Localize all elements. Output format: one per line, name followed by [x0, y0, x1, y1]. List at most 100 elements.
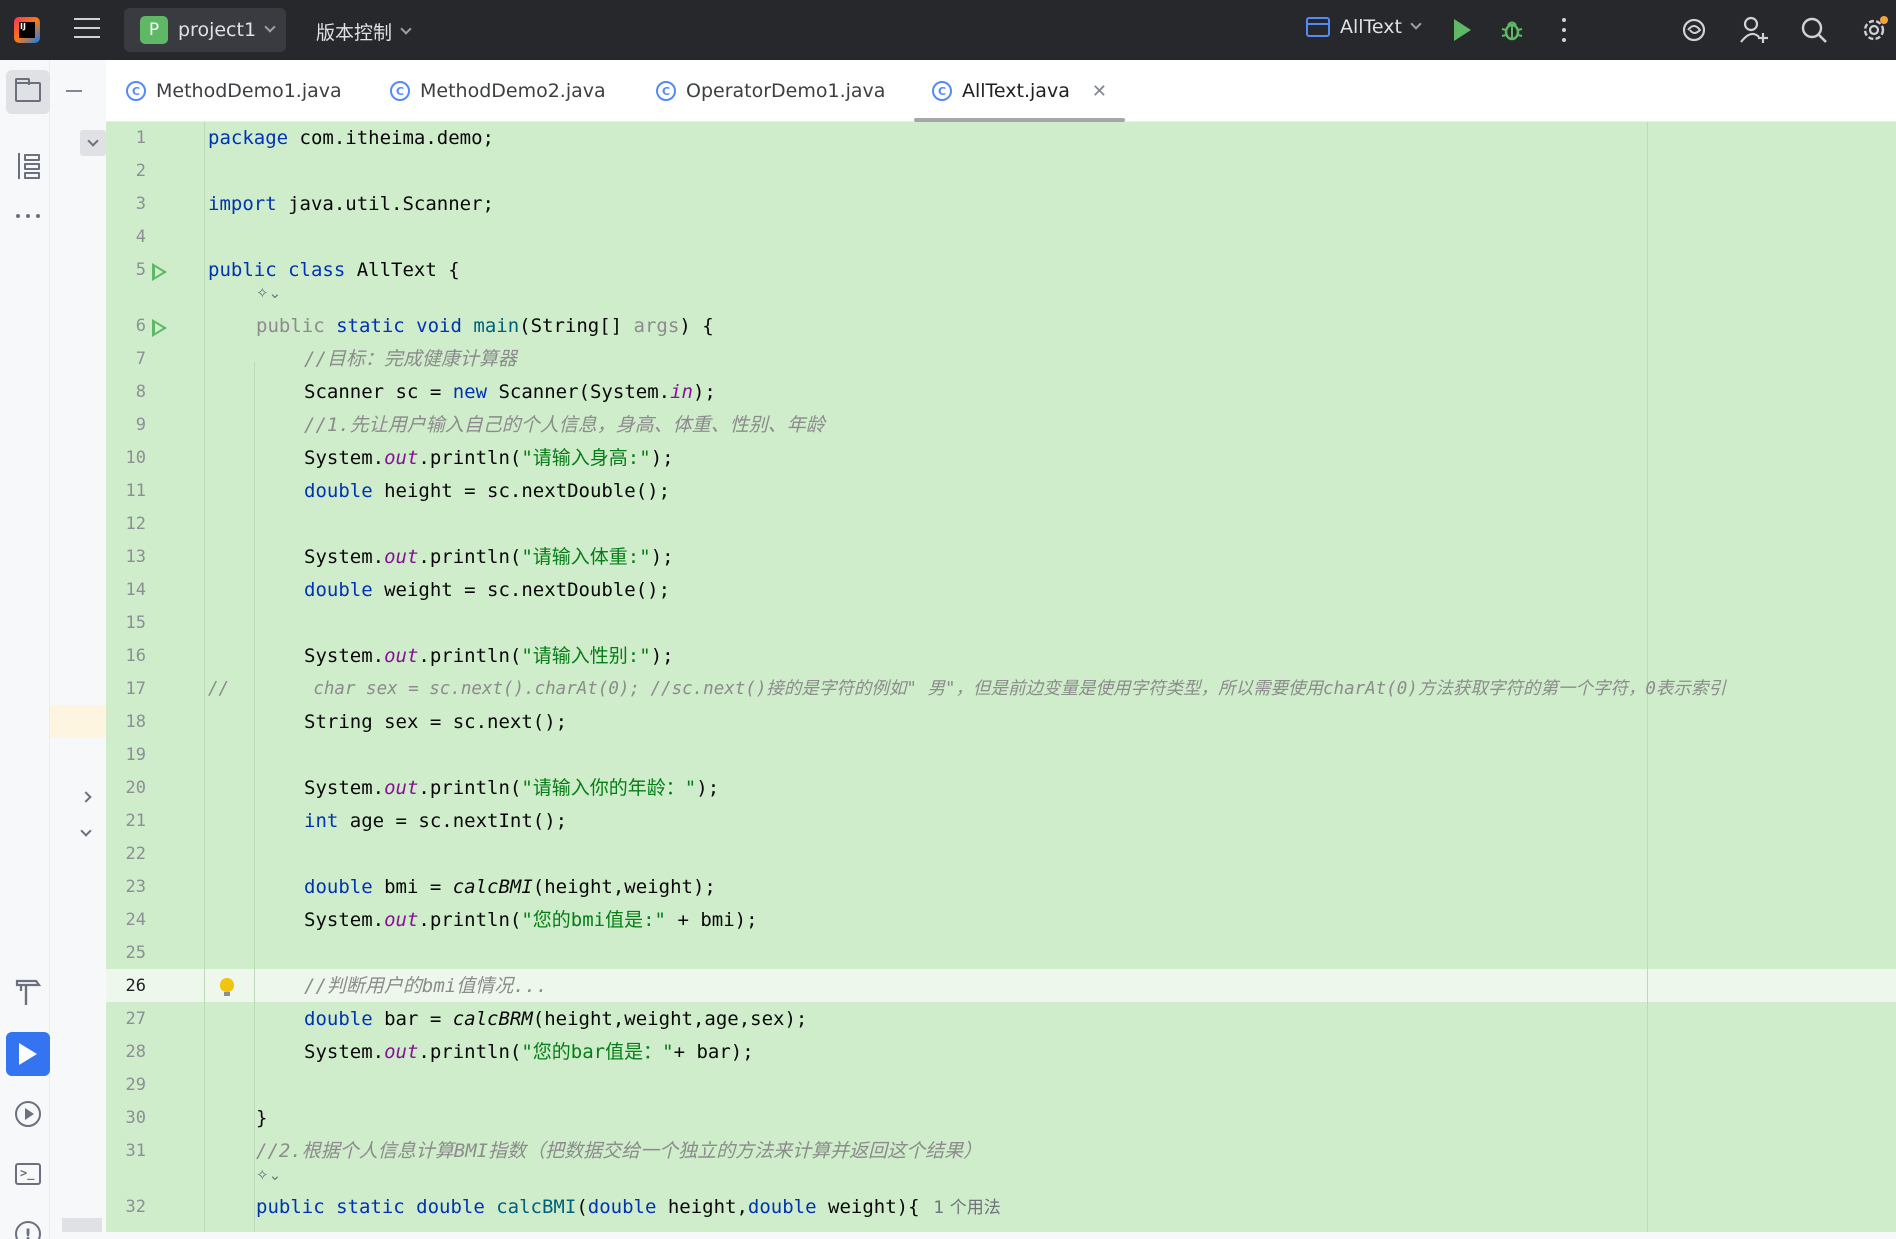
minimize-icon[interactable]: [66, 90, 82, 92]
line-number: 2: [135, 161, 146, 181]
ai-inlay-icon[interactable]: ✧⌄: [256, 282, 281, 304]
class-icon: C: [656, 81, 676, 101]
debug-button[interactable]: [1496, 14, 1528, 46]
line-number: 12: [125, 514, 146, 534]
line-number-current: 26: [125, 976, 146, 996]
line-number: 7: [135, 349, 146, 369]
project-panel-collapsed: [50, 60, 106, 1239]
project-tool-button[interactable]: [6, 70, 50, 114]
close-icon[interactable]: ✕: [1092, 81, 1107, 102]
code-line-26: //判断用户的bmi值情况...: [304, 975, 548, 997]
vcs-menu[interactable]: 版本控制: [316, 18, 412, 45]
project-badge: P: [140, 16, 168, 44]
ai-assistant-button[interactable]: [1678, 14, 1710, 46]
expand-chevron-icon[interactable]: [80, 786, 92, 805]
structure-tool-button[interactable]: [6, 144, 50, 188]
run-gutter-icon[interactable]: [150, 318, 170, 338]
search-button[interactable]: [1798, 14, 1830, 46]
build-tool-button[interactable]: [6, 970, 50, 1014]
collapse-button[interactable]: [80, 130, 106, 156]
line-number: 11: [125, 481, 146, 501]
tab-methoddemo2[interactable]: C MethodDemo2.java: [390, 60, 606, 122]
project-selector[interactable]: P project1: [124, 8, 286, 52]
line-number: 27: [125, 1009, 146, 1029]
line-number: 15: [125, 613, 146, 633]
class-icon: C: [126, 81, 146, 101]
run-tool-button[interactable]: [6, 1032, 50, 1076]
services-icon: [15, 1101, 41, 1127]
code-line-20: System.out.println("请输入你的年龄：");: [304, 777, 720, 799]
code-line-10: System.out.println("请输入身高:");: [304, 447, 674, 469]
line-number: 8: [135, 382, 146, 402]
code-line-27: double bar = calcBRM(height,weight,age,s…: [304, 1008, 808, 1030]
add-user-button[interactable]: [1738, 14, 1770, 46]
more-icon[interactable]: [6, 194, 50, 238]
line-number: 21: [125, 811, 146, 831]
ai-inlay-icon[interactable]: ✧⌄: [256, 1164, 281, 1186]
code-line-31: //2.根据个人信息计算BMI指数（把数据交给一个独立的方法来计算并返回这个结果…: [256, 1140, 983, 1162]
line-number: 3: [135, 194, 146, 214]
class-icon: C: [390, 81, 410, 101]
line-number: 18: [125, 712, 146, 732]
code-line-17: // char sex = sc.next().charAt(0); //sc.…: [208, 679, 1726, 699]
line-number: 13: [125, 547, 146, 567]
structure-icon: [16, 153, 40, 179]
code-line-28: System.out.println("您的bar值是："+ bar);: [304, 1041, 754, 1063]
run-config-selector[interactable]: AllText: [1306, 16, 1422, 38]
vcs-label: 版本控制: [316, 22, 393, 44]
run-icon: [19, 1043, 37, 1065]
line-number: 20: [125, 778, 146, 798]
tab-alltext[interactable]: C AllText.java ✕: [914, 60, 1125, 122]
problems-tool-button[interactable]: !: [6, 1212, 50, 1239]
project-name: project1: [178, 19, 257, 41]
collapse-chevron-icon[interactable]: [80, 820, 92, 839]
code-line-1: package com.itheima.demo;: [208, 127, 494, 149]
line-number: 10: [125, 448, 146, 468]
line-number-gutter: 1 2 3 4 5 6 7 8 9 10 11 12 13 14 15 16 1…: [106, 122, 234, 1232]
editor-tabs: C MethodDemo1.java C MethodDemo2.java C Ope…: [106, 60, 1896, 122]
code-line-11: double height = sc.nextDouble();: [304, 480, 671, 502]
line-number: 17: [125, 679, 146, 699]
run-gutter-icon[interactable]: [150, 262, 170, 282]
indent-guide: [254, 362, 255, 1232]
code-line-9: //1.先让用户输入自己的个人信息，身高、体重、性别、年龄: [304, 414, 825, 436]
code-line-30: }: [256, 1107, 268, 1129]
intellij-logo[interactable]: IJ: [14, 17, 40, 43]
line-number: 29: [125, 1075, 146, 1095]
settings-button[interactable]: [1858, 14, 1890, 46]
code-line-7: //目标：完成健康计算器: [304, 348, 517, 370]
horizontal-scrollbar[interactable]: [62, 1218, 102, 1232]
code-line-8: Scanner sc = new Scanner(System.in);: [304, 381, 716, 403]
build-icon: [15, 979, 42, 1005]
services-tool-button[interactable]: [6, 1092, 50, 1136]
tab-operatordemo1[interactable]: C OperatorDemo1.java: [656, 60, 885, 122]
line-number: 28: [125, 1042, 146, 1062]
line-number: 9: [135, 415, 146, 435]
gutter-separator: [204, 122, 205, 1232]
problems-icon: !: [15, 1221, 41, 1239]
code-line-32: public static double calcBMI(double heig…: [256, 1196, 1001, 1218]
terminal-tool-button[interactable]: >_: [6, 1152, 50, 1196]
line-number: 4: [135, 227, 146, 247]
logo-text: IJ: [19, 22, 35, 38]
folder-icon: [15, 78, 41, 102]
line-number: 24: [125, 910, 146, 930]
run-config-name: AllText: [1340, 16, 1402, 38]
hamburger-icon[interactable]: [74, 18, 100, 40]
bulb-icon[interactable]: [220, 978, 234, 996]
code-line-18: String sex = sc.next();: [304, 711, 568, 733]
app-window-icon: [1306, 17, 1330, 37]
tab-methoddemo1[interactable]: C MethodDemo1.java: [126, 60, 342, 122]
more-actions-icon[interactable]: [1548, 14, 1580, 46]
usages-hint[interactable]: 1 个用法: [934, 1198, 1001, 1218]
line-number: 5: [135, 260, 146, 280]
code-editor[interactable]: 1 2 3 4 5 6 7 8 9 10 11 12 13 14 15 16 1…: [106, 122, 1896, 1232]
run-green-icon: [1453, 19, 1471, 41]
search-icon: [1801, 17, 1827, 43]
code-line-21: int age = sc.nextInt();: [304, 810, 568, 832]
run-button[interactable]: [1446, 14, 1478, 46]
line-number: 25: [125, 943, 146, 963]
code-line-13: System.out.println("请输入体重:");: [304, 546, 674, 568]
code-line-14: double weight = sc.nextDouble();: [304, 579, 671, 601]
line-number: 31: [125, 1141, 146, 1161]
